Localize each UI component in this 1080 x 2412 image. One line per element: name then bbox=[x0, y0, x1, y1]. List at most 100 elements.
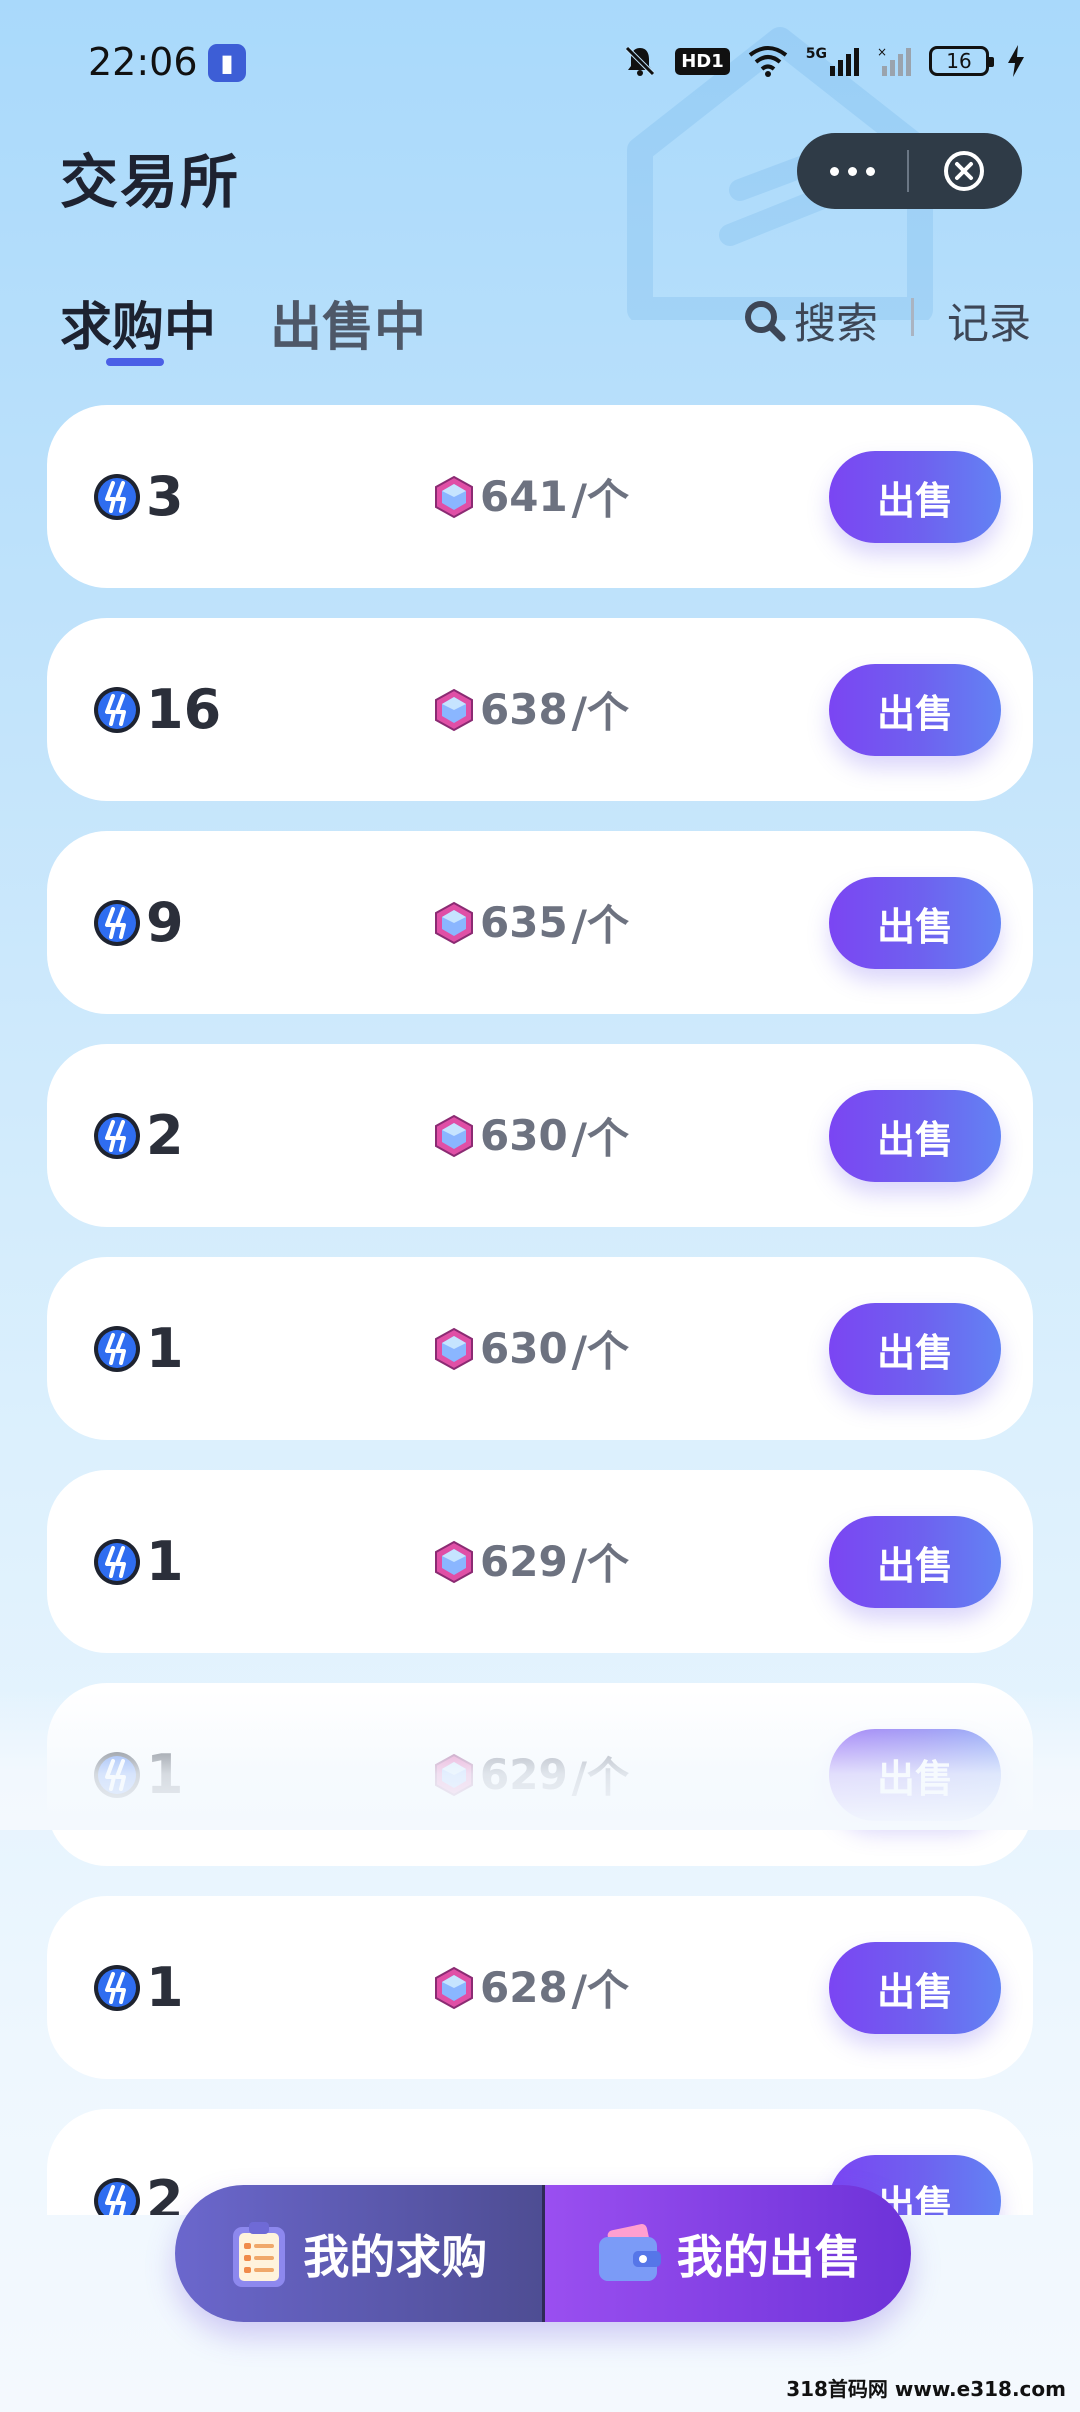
order-card: 1 628 /个 出售 bbox=[47, 1896, 1033, 2079]
price-unit: /个 bbox=[571, 901, 630, 950]
quantity-value: 9 bbox=[146, 891, 184, 954]
price-value: 628 bbox=[480, 1963, 568, 2012]
order-quantity: 2 bbox=[92, 1044, 184, 1227]
order-quantity: 2 bbox=[92, 2109, 184, 2215]
energy-coin-icon bbox=[94, 899, 140, 946]
order-price: 629 /个 bbox=[432, 1470, 629, 1653]
status-icons: HD1 5G × 16 bbox=[623, 38, 1025, 84]
more-options-button[interactable] bbox=[797, 133, 907, 209]
list-fade-overlay bbox=[0, 1690, 1080, 1830]
buy-order-list[interactable]: 3 641 /个 出售 16 638 /个 出售 9 635 /个 出售 2 6… bbox=[47, 405, 1033, 2215]
order-card: 16 638 /个 出售 bbox=[47, 618, 1033, 801]
more-dot-icon bbox=[829, 166, 839, 176]
price-value: 641 bbox=[480, 472, 568, 521]
gem-icon bbox=[435, 475, 473, 518]
search-button[interactable]: 搜索 bbox=[742, 290, 878, 351]
battery-level: 16 bbox=[946, 49, 972, 73]
my-sell-orders-label: 我的出售 bbox=[676, 2229, 861, 2284]
search-label: 搜索 bbox=[794, 299, 879, 348]
status-bar: 22:06 ▮ HD1 5G × 16 bbox=[0, 0, 1080, 125]
sell-button[interactable]: 出售 bbox=[829, 1942, 1001, 2034]
gem-icon bbox=[435, 901, 473, 944]
tab-selling[interactable]: 出售中 bbox=[270, 285, 426, 360]
gem-icon bbox=[435, 1327, 473, 1370]
order-quantity: 3 bbox=[92, 405, 184, 588]
my-sell-orders-button[interactable]: 我的出售 bbox=[541, 2185, 911, 2322]
sell-button[interactable]: 出售 bbox=[829, 877, 1001, 969]
record-button[interactable]: 记录 bbox=[947, 290, 1031, 351]
wallet-icon bbox=[598, 2223, 661, 2281]
page-title: 交易所 bbox=[60, 148, 241, 216]
order-price: 628 /个 bbox=[432, 1896, 629, 2079]
price-value: 630 bbox=[480, 1324, 568, 1373]
order-quantity: 1 bbox=[92, 1470, 184, 1653]
energy-coin-icon bbox=[94, 2177, 140, 2215]
no-signal-icon: × bbox=[877, 46, 911, 76]
my-buy-orders-button[interactable]: 我的求购 bbox=[175, 2185, 542, 2322]
gem-icon bbox=[435, 1966, 473, 2009]
order-quantity: 16 bbox=[92, 618, 221, 801]
order-quantity: 1 bbox=[92, 1257, 184, 1440]
energy-coin-icon bbox=[94, 686, 140, 733]
bottom-action-bar: 我的求购 我的出售 bbox=[175, 2185, 911, 2322]
network-label: 5G bbox=[805, 46, 827, 62]
my-buy-orders-label: 我的求购 bbox=[303, 2229, 488, 2284]
energy-coin-icon bbox=[94, 1964, 140, 2011]
price-value: 629 bbox=[480, 1537, 568, 1586]
energy-coin-icon bbox=[94, 1112, 140, 1159]
price-value: 635 bbox=[480, 898, 568, 947]
search-icon bbox=[745, 300, 786, 341]
sell-button[interactable]: 出售 bbox=[829, 1303, 1001, 1395]
order-card: 9 635 /个 出售 bbox=[47, 831, 1033, 1014]
order-card: 1 630 /个 出售 bbox=[47, 1257, 1033, 1440]
more-dot-icon bbox=[865, 166, 875, 176]
price-unit: /个 bbox=[571, 1114, 630, 1163]
quantity-value: 2 bbox=[146, 1104, 184, 1167]
close-circle-icon bbox=[944, 151, 984, 191]
close-button[interactable] bbox=[909, 133, 1019, 209]
sell-button[interactable]: 出售 bbox=[829, 664, 1001, 756]
quantity-value: 3 bbox=[146, 465, 184, 528]
price-unit: /个 bbox=[571, 475, 630, 524]
battery-icon: 16 bbox=[929, 46, 994, 76]
charging-bolt-icon bbox=[1007, 45, 1025, 77]
more-dot-icon bbox=[847, 166, 857, 176]
quantity-value: 1 bbox=[146, 1317, 184, 1380]
quantity-value: 2 bbox=[146, 2169, 184, 2215]
svg-text:×: × bbox=[877, 46, 887, 59]
gem-icon bbox=[435, 1540, 473, 1583]
flashlight-icon: ▮ bbox=[208, 44, 246, 82]
order-price: 641 /个 bbox=[432, 405, 629, 588]
tab-buying[interactable]: 求购中 bbox=[60, 285, 216, 360]
quantity-value: 16 bbox=[146, 678, 222, 741]
order-price: 630 /个 bbox=[432, 1044, 629, 1227]
price-value: 638 bbox=[480, 685, 568, 734]
order-card: 1 629 /个 出售 bbox=[47, 1470, 1033, 1653]
order-price: 635 /个 bbox=[432, 831, 629, 1014]
hd-badge: HD1 bbox=[675, 47, 730, 75]
price-unit: /个 bbox=[571, 1327, 630, 1376]
order-card: 2 630 /个 出售 bbox=[47, 1044, 1033, 1227]
gem-icon bbox=[435, 1114, 473, 1157]
status-time: 22:06 bbox=[88, 40, 198, 84]
price-unit: /个 bbox=[571, 1540, 630, 1589]
gem-icon bbox=[435, 688, 473, 731]
quantity-value: 1 bbox=[146, 1956, 184, 2019]
price-unit: /个 bbox=[571, 1966, 630, 2015]
mini-program-capsule bbox=[797, 133, 1022, 209]
sell-button[interactable]: 出售 bbox=[829, 1090, 1001, 1182]
sell-button[interactable]: 出售 bbox=[829, 1516, 1001, 1608]
mute-bell-icon bbox=[623, 44, 657, 78]
order-price: 630 /个 bbox=[432, 1257, 629, 1440]
active-tab-indicator bbox=[106, 358, 164, 366]
energy-coin-icon bbox=[94, 1538, 140, 1585]
order-card: 3 641 /个 出售 bbox=[47, 405, 1033, 588]
order-quantity: 9 bbox=[92, 831, 184, 1014]
order-price: 638 /个 bbox=[432, 618, 629, 801]
signal-icon: 5G bbox=[806, 46, 859, 76]
toolbar-divider bbox=[911, 298, 914, 336]
sell-button[interactable]: 出售 bbox=[829, 451, 1001, 543]
price-unit: /个 bbox=[571, 688, 630, 737]
clipboard-icon bbox=[233, 2221, 286, 2287]
watermark: 318首码网 www.e318.com bbox=[786, 2377, 1066, 2401]
